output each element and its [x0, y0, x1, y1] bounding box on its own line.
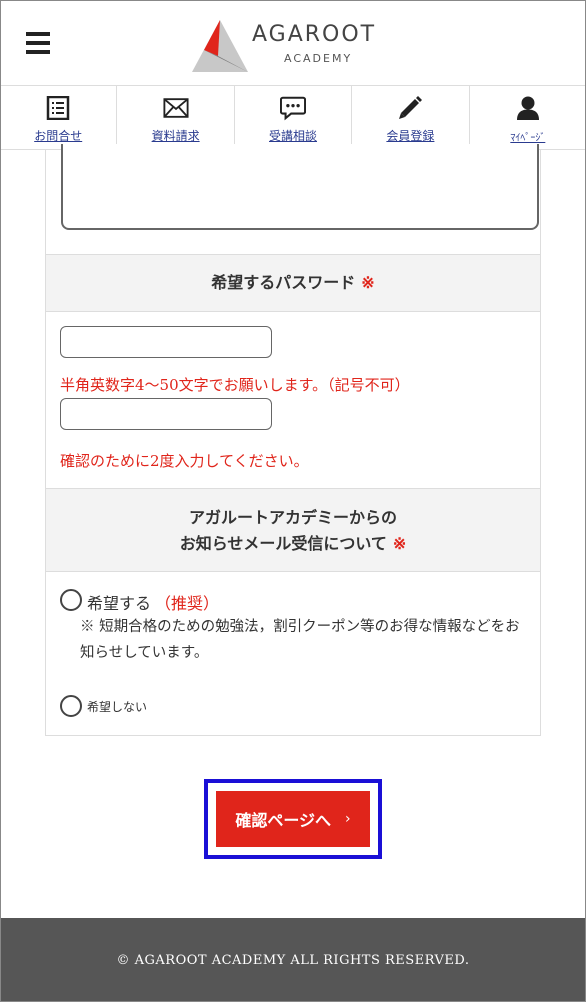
nav-label: お問合せ	[34, 129, 83, 143]
newsletter-heading-line2: お知らせメール受信について	[179, 534, 387, 553]
newsletter-yes-label[interactable]: 希望する （推奨）	[87, 590, 219, 614]
confirm-page-button[interactable]: 確認ページへ ›	[216, 791, 370, 847]
site-header: AGAROOT ACADEMY	[0, 0, 586, 86]
password-confirm-hint: 確認のために2度入力してください。	[60, 452, 309, 470]
logo-name: AGAROOT	[252, 22, 377, 47]
nav-item-inquiry[interactable]: お問合せ	[0, 86, 118, 149]
chat-icon	[280, 95, 307, 121]
password-section-heading: 希望するパスワード ※	[46, 254, 540, 312]
top-nav: お問合せ 資料請求 受講相談 会員登録 ﾏｲﾍﾟｰｼﾞ	[0, 86, 586, 150]
confirm-button-label: 確認ページへ	[235, 811, 332, 830]
newsletter-heading-line1: アガルートアカデミーからの	[188, 508, 397, 527]
nav-label: ﾏｲﾍﾟｰｼﾞ	[510, 133, 546, 144]
nav-item-register[interactable]: 会員登録	[352, 86, 470, 149]
newsletter-yes-text: 希望する	[87, 594, 152, 613]
agaroot-logo[interactable]: AGAROOT ACADEMY	[190, 18, 400, 74]
submit-highlight-frame: 確認ページへ ›	[204, 779, 382, 859]
logo-subtitle: ACADEMY	[284, 52, 353, 65]
newsletter-no-label[interactable]: 希望しない	[87, 698, 147, 715]
nav-item-consultation[interactable]: 受講相談	[235, 86, 353, 149]
nav-item-brochure[interactable]: 資料請求	[117, 86, 235, 149]
nav-label: 資料請求	[151, 129, 200, 143]
user-icon	[515, 95, 541, 121]
logo-mark-icon	[192, 20, 248, 72]
envelope-icon	[163, 95, 189, 121]
required-mark: ※	[392, 534, 407, 553]
newsletter-no-radio[interactable]	[60, 695, 82, 717]
list-icon	[45, 95, 71, 121]
newsletter-yes-radio[interactable]	[60, 589, 82, 611]
hamburger-menu-icon[interactable]	[26, 32, 50, 54]
nav-label: 会員登録	[386, 129, 435, 143]
password-input[interactable]	[60, 326, 272, 358]
site-footer: © AGAROOT ACADEMY ALL RIGHTS RESERVED.	[0, 918, 586, 1002]
password-hint: 半角英数字4〜50文字でお願いします。（記号不可）	[60, 376, 410, 394]
password-confirm-input[interactable]	[60, 398, 272, 430]
recommended-tag: （推奨）	[155, 594, 220, 613]
required-mark: ※	[361, 273, 375, 292]
pencil-icon	[397, 95, 423, 121]
message-textarea[interactable]	[61, 144, 539, 230]
nav-item-mypage[interactable]: ﾏｲﾍﾟｰｼﾞ	[470, 86, 586, 149]
nav-label: 受講相談	[269, 129, 318, 143]
password-heading-text: 希望するパスワード	[211, 273, 356, 292]
newsletter-section-heading: アガルートアカデミーからの お知らせメール受信について ※	[46, 488, 540, 572]
chevron-right-icon: ›	[345, 811, 351, 827]
newsletter-yes-note: ※ 短期合格のための勉強法，割引クーポン等のお得な情報などをお知らせしています。	[80, 619, 520, 661]
registration-form: 希望するパスワード ※ 半角英数字4〜50文字でお願いします。（記号不可） 確認の…	[45, 144, 541, 736]
copyright-text: © AGAROOT ACADEMY ALL RIGHTS RESERVED.	[116, 952, 470, 968]
